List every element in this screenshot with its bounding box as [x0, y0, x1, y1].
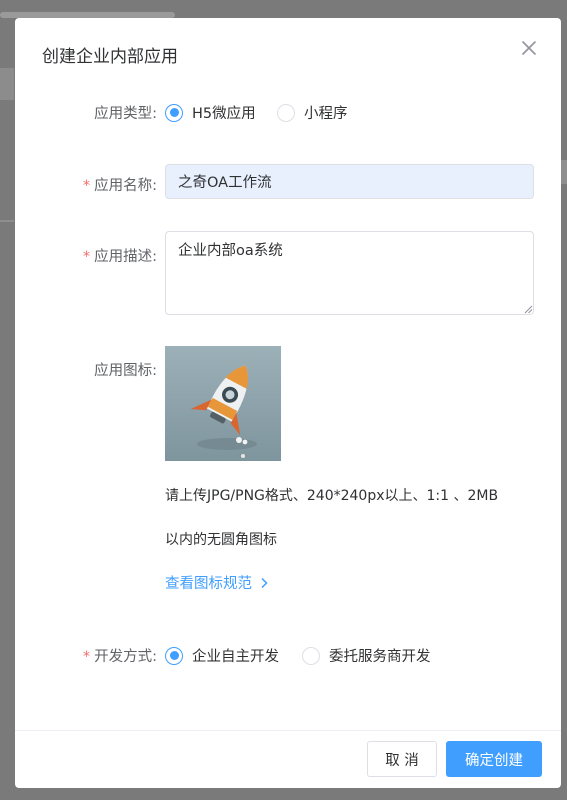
radio-dot	[165, 646, 183, 665]
radio-mini-program[interactable]: 小程序	[277, 102, 348, 123]
radio-h5-app[interactable]: H5微应用	[165, 102, 256, 123]
create-app-dialog: 创建企业内部应用 应用类型: H5微应用 小程序 *应用名称: *应用描述: 企…	[15, 18, 561, 788]
icon-hint-line1: 请上传JPG/PNG格式、240*240px以上、1:1 、2MB	[165, 488, 499, 504]
app-icon-label: 应用图标:	[94, 363, 157, 379]
icon-hint-line2: 以内的无圆角图标	[165, 532, 277, 548]
radio-label: 委托服务商开发	[329, 649, 431, 665]
required-mark: *	[82, 249, 91, 265]
required-mark: *	[82, 649, 91, 665]
app-desc-label: * 应用描述:	[82, 249, 157, 265]
icon-spec-link[interactable]: 查看图标规范	[165, 572, 269, 593]
radio-vendor-develop[interactable]: 委托服务商开发	[302, 645, 431, 666]
radio-dot	[302, 646, 320, 665]
close-icon	[522, 41, 536, 55]
rocket-icon	[165, 346, 281, 461]
app-desc-textarea[interactable]: 企业内部oa系统	[165, 231, 534, 315]
radio-label: H5微应用	[192, 106, 256, 122]
app-name-input[interactable]	[165, 164, 534, 199]
background-fragment	[561, 160, 567, 184]
background-fragment	[0, 220, 14, 222]
dialog-title: 创建企业内部应用	[42, 47, 178, 67]
cancel-button[interactable]: 取 消	[367, 741, 437, 777]
radio-label: 小程序	[304, 106, 348, 122]
background-fragment	[0, 68, 14, 100]
resize-handle-icon[interactable]	[524, 305, 533, 314]
close-button[interactable]	[519, 38, 539, 58]
radio-label: 企业自主开发	[192, 649, 279, 665]
app-name-label: * 应用名称:	[82, 178, 157, 194]
footer-divider	[15, 730, 561, 731]
radio-self-develop[interactable]: 企业自主开发	[165, 645, 279, 666]
app-type-label: 应用类型:	[94, 106, 157, 122]
dev-mode-label: * 开发方式:	[82, 649, 157, 665]
app-icon-image[interactable]	[165, 346, 281, 461]
chevron-right-icon	[261, 577, 268, 589]
radio-dot	[165, 103, 183, 122]
required-mark: *	[82, 178, 91, 194]
radio-dot	[277, 103, 295, 122]
confirm-create-button[interactable]: 确定创建	[446, 741, 542, 777]
